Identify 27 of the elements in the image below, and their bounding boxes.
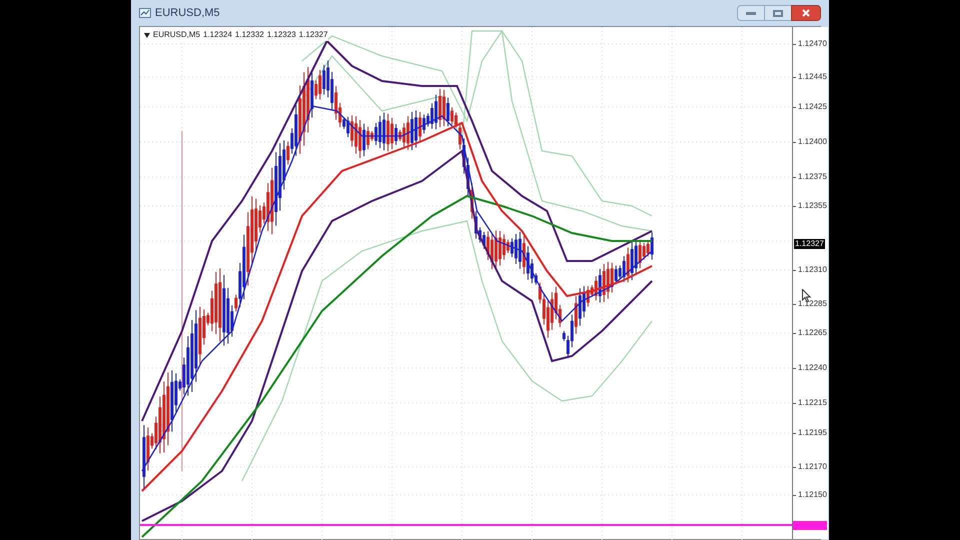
price-axis-label: 1.12215: [798, 398, 827, 408]
price-axis-label: 1.12150: [798, 490, 827, 500]
price-axis-label: 1.12470: [798, 39, 827, 49]
price-axis-label: 1.12240: [798, 363, 827, 373]
price-axis-label: 1.12355: [798, 201, 827, 211]
chart-symbol: EURUSD,M5: [153, 29, 200, 41]
window-title: EURUSD,M5: [155, 6, 220, 21]
price-axis-label: 1.12445: [798, 72, 827, 82]
close-icon: [802, 9, 810, 17]
minimize-button[interactable]: [737, 5, 765, 21]
price-axis-label: 1.12265: [798, 328, 827, 338]
price-axis-label: 1.12170: [798, 462, 827, 472]
close-button[interactable]: [791, 5, 821, 21]
price-axis-label: 1.12400: [798, 137, 827, 147]
price-axis-label: 1.12375: [798, 172, 827, 182]
ohlc-price: 1.12324: [203, 29, 232, 41]
price-axis-label: 1.12310: [798, 265, 827, 275]
price-axis-label: 1.12195: [798, 428, 827, 438]
price-axis-label: 1.12285: [798, 299, 827, 309]
ohlc-price: 1.12332: [235, 29, 264, 41]
price-axis-label: 1.12425: [798, 102, 827, 112]
dropdown-triangle-icon[interactable]: [144, 32, 150, 38]
current-price-label: 1.12327: [794, 239, 825, 249]
ohlc-price: 1.12323: [266, 29, 296, 41]
chart-window-icon: [139, 7, 151, 19]
ohlc-price: 1.12327: [298, 29, 328, 41]
maximize-button[interactable]: [765, 5, 791, 21]
